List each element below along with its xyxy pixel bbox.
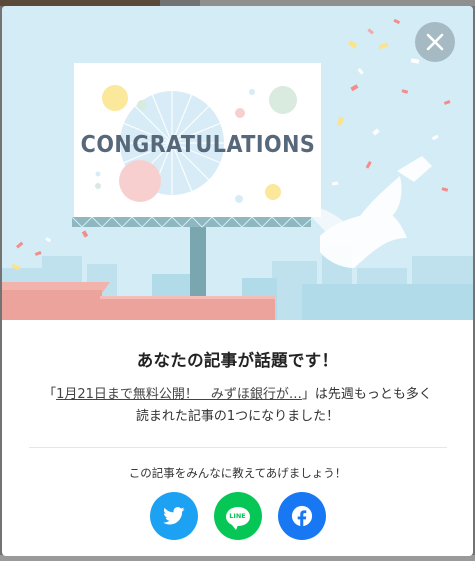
open-quote: 「 [43,387,57,402]
share-buttons: LINE [2,492,473,540]
twitter-share-button[interactable] [149,492,198,540]
article-title-link[interactable]: 1月21日まで無料公開！ みずほ銀行が… [56,387,302,402]
modal-message: 「1月21日まで無料公開！ みずほ銀行が…」は先週もっとも多く 読まれた記事の1… [18,384,458,428]
modal-content: あなたの記事が話題です！ 「1月21日まで無料公開！ みずほ銀行が…」は先週もっ… [2,320,473,540]
line-share-button[interactable]: LINE [213,492,262,540]
share-prompt: この記事をみんなに教えてあげましょう！ [128,466,347,480]
close-button[interactable] [415,22,455,62]
twitter-bird-icon [162,507,184,525]
close-icon [426,33,444,51]
facebook-share-button[interactable] [277,492,326,540]
divider [28,447,447,448]
modal-title: あなたの記事が話題です！ [136,351,339,370]
congratulations-modal: CONGRATULATIONS あなたの記事が話題です！ 「1月21日まで無料公… [2,6,473,556]
billboard-illustration: CONGRATULATIONS [2,18,473,320]
billboard-text: CONGRATULATIONS [81,132,316,158]
facebook-f-icon [291,505,312,527]
message-text: 」は先週もっとも多く [301,387,432,402]
message-text-line2: 読まれた記事の1つになりました！ [135,409,340,424]
hero-illustration: CONGRATULATIONS [2,6,473,320]
line-icon: LINE [225,506,250,530]
